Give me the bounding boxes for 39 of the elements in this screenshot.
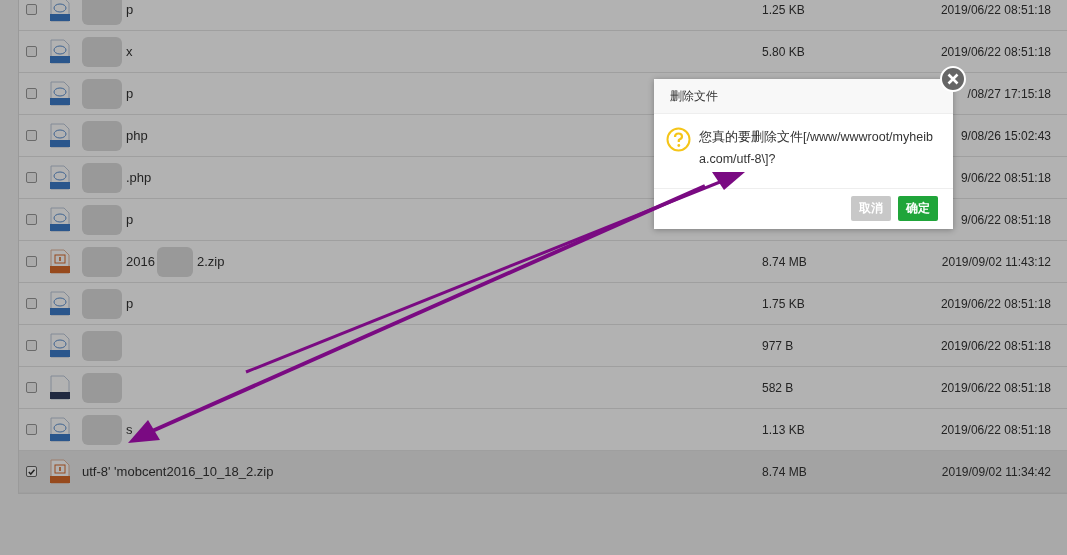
modified-time: 9/08/26 15:02:43 bbox=[960, 128, 1051, 143]
modified-time: /08/27 17:15:18 bbox=[967, 86, 1051, 101]
modified-time: 2019/06/22 08:51:18 bbox=[940, 296, 1051, 311]
file-name[interactable]: x bbox=[126, 44, 133, 59]
file-name[interactable]: p bbox=[126, 86, 134, 101]
modified-time: 9/06/22 08:51:18 bbox=[960, 212, 1051, 227]
modified-time: 2019/06/22 08:51:18 bbox=[940, 2, 1051, 17]
file-row[interactable]: 2016 2.zip 8.74 MB 2019/09/02 11:43:12 bbox=[19, 241, 1067, 283]
file-row[interactable]: x 5.80 KB 2019/06/22 08:51:18 bbox=[19, 31, 1067, 73]
modified-time: 2019/06/22 08:51:18 bbox=[940, 422, 1051, 437]
file-size: 1.75 KB bbox=[762, 296, 805, 311]
file-name[interactable]: 2.zip bbox=[196, 254, 225, 269]
file-row[interactable]: p 1.75 KB 2019/06/22 08:51:18 bbox=[19, 283, 1067, 325]
file-row[interactable]: 582 B 2019/06/22 08:51:18 bbox=[19, 367, 1067, 409]
file-size: 582 B bbox=[762, 380, 794, 395]
file-name[interactable]: s bbox=[126, 422, 133, 437]
modified-time: 2019/06/22 08:51:18 bbox=[940, 380, 1051, 395]
file-name[interactable]: .php bbox=[126, 170, 152, 185]
modified-time: 2019/06/22 08:51:18 bbox=[940, 44, 1051, 59]
file-size: 1.25 KB bbox=[762, 2, 805, 17]
file-size: 8.74 MB bbox=[762, 254, 807, 269]
file-name[interactable]: utf-8' 'mobcent2016_10_18_2.zip bbox=[82, 464, 274, 479]
file-name[interactable]: php bbox=[126, 128, 148, 143]
dialog-title: 删除文件 bbox=[670, 87, 718, 105]
file-size: 977 B bbox=[762, 338, 794, 353]
file-name[interactable]: p bbox=[126, 296, 134, 311]
file-name[interactable]: p bbox=[126, 2, 134, 17]
file-name[interactable]: 2016 bbox=[126, 254, 155, 269]
modified-time: 2019/09/02 11:34:42 bbox=[941, 464, 1051, 479]
modified-time: 9/06/22 08:51:18 bbox=[960, 170, 1051, 185]
file-row[interactable]: p 1.25 KB 2019/06/22 08:51:18 bbox=[19, 0, 1067, 31]
file-row[interactable]: utf-8' 'mobcent2016_10_18_2.zip 8.74 MB 2019/09/02 11:34:42 bbox=[19, 451, 1067, 493]
file-name[interactable]: p bbox=[126, 212, 134, 227]
modified-time: 2019/09/02 11:43:12 bbox=[941, 254, 1051, 269]
modified-time: 2019/06/22 08:51:18 bbox=[940, 338, 1051, 353]
file-row[interactable]: 977 B 2019/06/22 08:51:18 bbox=[19, 325, 1067, 367]
file-size: 1.13 KB bbox=[762, 422, 805, 437]
file-size: 8.74 MB bbox=[762, 464, 807, 479]
file-size: 5.80 KB bbox=[762, 44, 805, 59]
